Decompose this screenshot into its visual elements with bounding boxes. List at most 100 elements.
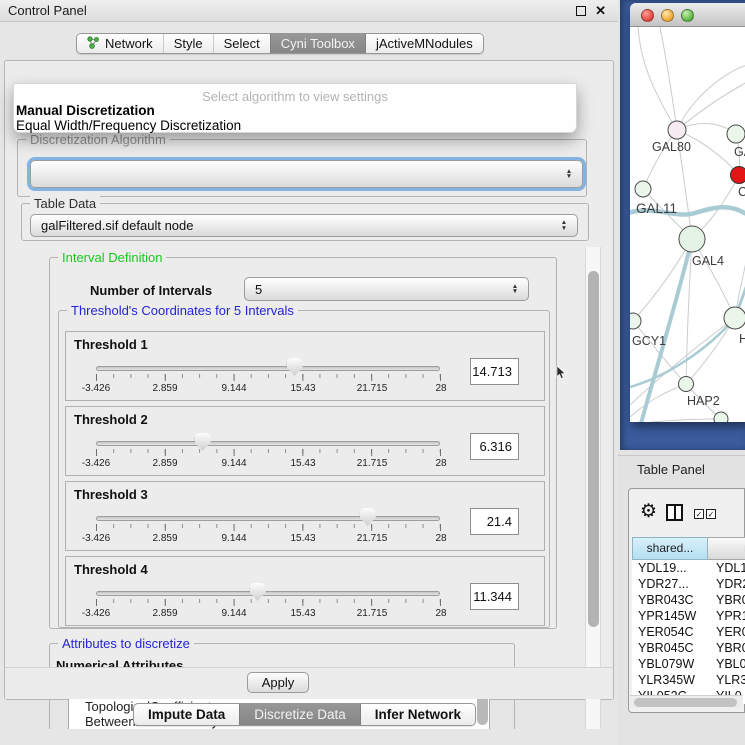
network-window[interactable]: GAL80 GA C GAL11 GAL4 GCY1 H HAP2 — [630, 3, 745, 422]
table-row[interactable]: YER054CYER0 — [632, 624, 745, 640]
tab-network[interactable]: Network — [77, 34, 163, 53]
table-row[interactable]: YDR27...YDR2 — [632, 576, 745, 592]
network-window-titlebar[interactable] — [630, 3, 745, 27]
algorithm-combo[interactable]: ▲▼ — [30, 160, 583, 188]
slider-track[interactable] — [96, 441, 440, 446]
column-header-shared-name[interactable]: shared... — [632, 537, 708, 560]
control-panel-titlebar: Control Panel ✕ — [0, 0, 618, 22]
scale-label: 15.43 — [290, 608, 315, 619]
tab-select-label: Select — [224, 36, 260, 51]
popup-item-manual-discretization[interactable]: Manual Discretization — [16, 103, 155, 118]
algorithm-dropdown-popup: Select algorithm to view settings Manual… — [13, 83, 577, 133]
node-top-right — [727, 125, 745, 143]
scale-label: 2.859 — [152, 608, 177, 619]
table-row[interactable]: YBR045CYBR0 — [632, 640, 745, 656]
right-area: GAL80 GA C GAL11 GAL4 GCY1 H HAP2 Table … — [618, 0, 745, 745]
scale-label: 21.715 — [357, 383, 388, 394]
scale-label: -3.426 — [82, 458, 110, 469]
scale-label: 21.715 — [357, 608, 388, 619]
gear-icon[interactable]: ⚙ — [640, 500, 657, 523]
float-window-icon[interactable] — [576, 6, 586, 16]
discretization-algorithm-group-label: Discretization Algorithm — [26, 132, 170, 147]
node-hap2 — [679, 377, 694, 392]
table-header-row: shared... n — [632, 537, 745, 560]
scale-label: 28 — [435, 458, 446, 469]
tab-infer-network[interactable]: Infer Network — [361, 704, 475, 725]
slider-track[interactable] — [96, 591, 440, 596]
mac-minimize-button[interactable] — [661, 9, 674, 22]
threshold-3-value-field[interactable]: 21.4 — [470, 508, 519, 535]
scale-label: 9.144 — [221, 533, 246, 544]
node-label: H — [739, 332, 745, 346]
tab-cyni-toolbox-label: Cyni Toolbox — [281, 36, 355, 51]
table-hscrollbar-thumb[interactable] — [634, 698, 737, 707]
combo-stepper-icon: ▲▼ — [508, 284, 522, 295]
threshold-4-label: Threshold 4 — [74, 562, 148, 577]
threshold-4-slider[interactable]: -3.426 2.859 9.144 15.43 21.715 28 — [96, 583, 441, 627]
threshold-1-panel: Threshold 1 -3.426 2.859 9.144 15.43 — [65, 331, 545, 401]
table-horizontal-scrollbar[interactable] — [630, 695, 743, 708]
thresholds-group: Threshold's Coordinates for 5 Intervals … — [58, 310, 550, 628]
tab-impute-data[interactable]: Impute Data — [134, 704, 239, 725]
table-data-combo-value: galFiltered.sif default node — [31, 218, 557, 233]
threshold-2-slider[interactable]: -3.426 2.859 9.144 15.43 21.715 28 — [96, 433, 441, 477]
table-row[interactable]: YPR145WYPR1 — [632, 608, 745, 624]
network-canvas[interactable]: GAL80 GA C GAL11 GAL4 GCY1 H HAP2 — [630, 27, 745, 422]
table-panel-title: Table Panel — [637, 462, 705, 477]
threshold-1-slider[interactable]: -3.426 2.859 9.144 15.43 21.715 28 — [96, 358, 441, 402]
table-panel: ⚙ ✓ ✓ shared... n YDL19...YDL1 YDR27...Y… — [628, 488, 745, 713]
tab-cyni-toolbox[interactable]: Cyni Toolbox — [270, 34, 366, 53]
table-data-group: Table Data galFiltered.sif default node … — [21, 203, 589, 241]
table-row[interactable]: YLR345WYLR3 — [632, 672, 745, 688]
network-view-frame: GAL80 GA C GAL11 GAL4 GCY1 H HAP2 — [620, 0, 745, 450]
popup-item-equal-width-frequency[interactable]: Equal Width/Frequency Discretization — [16, 118, 241, 133]
tab-discretize-data-label: Discretize Data — [254, 707, 346, 722]
apply-button[interactable]: Apply — [247, 672, 309, 693]
slider-track[interactable] — [96, 366, 440, 371]
node-gal11 — [635, 181, 651, 197]
node-red — [731, 167, 745, 184]
table-data-combo[interactable]: galFiltered.sif default node ▲▼ — [30, 214, 578, 237]
settings-scrollbar[interactable] — [585, 247, 601, 729]
combo-stepper-icon: ▲▼ — [557, 220, 571, 231]
close-icon[interactable]: ✕ — [595, 5, 606, 17]
tab-discretize-data[interactable]: Discretize Data — [239, 704, 361, 725]
number-of-intervals-combo[interactable]: 5 ▲▼ — [244, 277, 529, 301]
popup-hint: Select algorithm to view settings — [14, 89, 576, 104]
scale-label: 2.859 — [152, 383, 177, 394]
tab-select[interactable]: Select — [213, 34, 270, 53]
node-gcy1 — [630, 313, 641, 329]
threshold-2-value-field[interactable]: 6.316 — [470, 433, 519, 460]
tab-jactivemnodules[interactable]: jActiveMNodules — [366, 34, 483, 53]
threshold-4-panel: Threshold 4 -3.426 2.859 9.144 15.43 — [65, 556, 545, 626]
table-row[interactable]: YBR043CYBR0 — [632, 592, 745, 608]
threshold-1-value-field[interactable]: 14.713 — [470, 358, 519, 385]
checkbox-icon[interactable]: ✓ — [706, 509, 716, 519]
settings-scrollbar-thumb[interactable] — [588, 271, 599, 627]
settings-viewport: Interval Definition Number of Intervals … — [13, 247, 585, 729]
network-graph: GAL80 GA C GAL11 GAL4 GCY1 H HAP2 — [630, 27, 745, 422]
scale-label: 28 — [435, 533, 446, 544]
table-columns-icon[interactable] — [666, 504, 683, 521]
scale-label: 15.43 — [290, 383, 315, 394]
threshold-4-value-field[interactable]: 11.344 — [470, 583, 519, 610]
mouse-cursor — [556, 366, 566, 385]
scale-label: 9.144 — [221, 383, 246, 394]
checkbox-icon[interactable]: ✓ — [694, 509, 704, 519]
threshold-3-panel: Threshold 3 -3.426 2.859 9.144 15.43 — [65, 481, 545, 551]
scale-label: -3.426 — [82, 533, 110, 544]
threshold-3-slider[interactable]: -3.426 2.859 9.144 15.43 21.715 28 — [96, 508, 441, 552]
scale-label: 2.859 — [152, 458, 177, 469]
column-header-name[interactable]: n — [708, 537, 745, 560]
tab-jactivemnodules-label: jActiveMNodules — [376, 36, 473, 51]
table-row[interactable]: YBL079WYBL0 — [632, 656, 745, 672]
mac-zoom-button[interactable] — [681, 9, 694, 22]
scale-label: 15.43 — [290, 533, 315, 544]
tab-style[interactable]: Style — [163, 34, 213, 53]
node-label: GAL4 — [692, 254, 724, 268]
table-row[interactable]: YDL19...YDL1 — [632, 560, 745, 576]
slider-track[interactable] — [96, 516, 440, 521]
mac-close-button[interactable] — [641, 9, 654, 22]
table-rows: YDL19...YDL1 YDR27...YDR2 YBR043CYBR0 YP… — [632, 560, 745, 704]
number-of-intervals-label: Number of Intervals — [90, 283, 212, 298]
